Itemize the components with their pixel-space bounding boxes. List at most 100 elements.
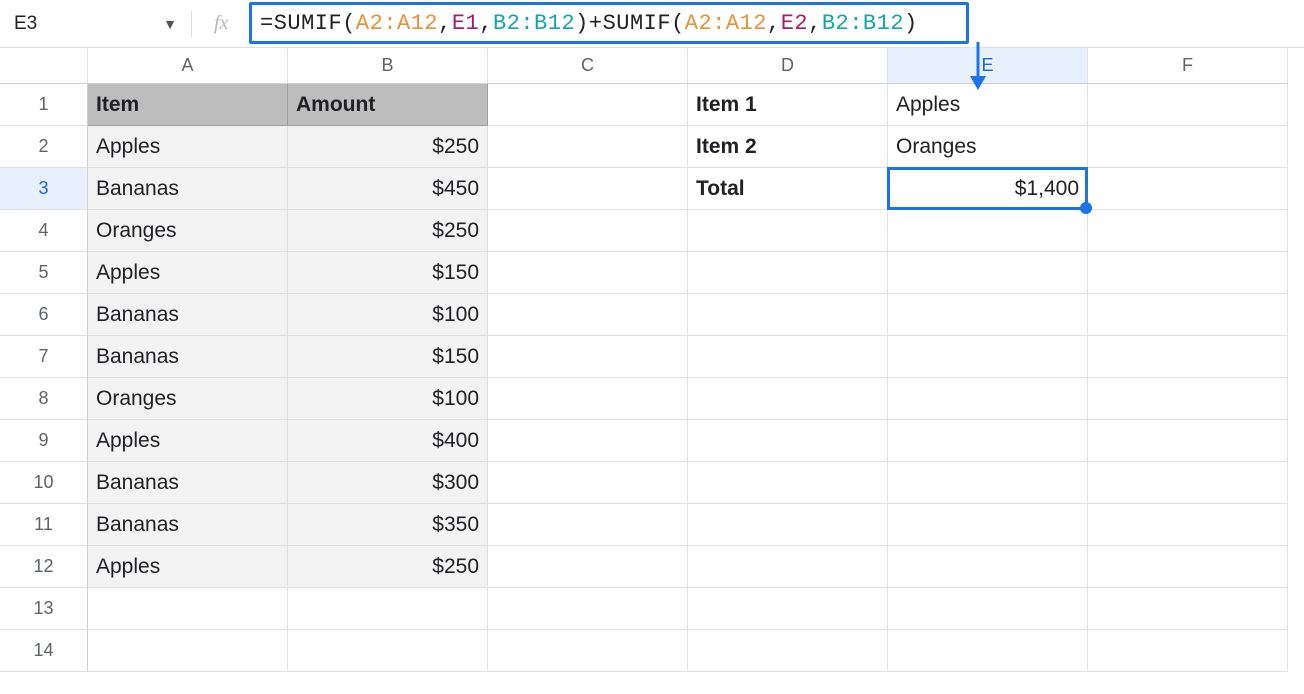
cell-D7[interactable]: [688, 336, 888, 378]
col-head-A[interactable]: A: [88, 48, 288, 84]
cell-A4[interactable]: Oranges: [88, 210, 288, 252]
cell-C14[interactable]: [488, 630, 688, 672]
row-head-4[interactable]: 4: [0, 210, 88, 252]
cell-D3[interactable]: Total: [688, 168, 888, 210]
col-head-B[interactable]: B: [288, 48, 488, 84]
cell-E8[interactable]: [888, 378, 1088, 420]
row-head-8[interactable]: 8: [0, 378, 88, 420]
cell-E7[interactable]: [888, 336, 1088, 378]
cell-D6[interactable]: [688, 294, 888, 336]
col-head-C[interactable]: C: [488, 48, 688, 84]
col-head-F[interactable]: F: [1088, 48, 1288, 84]
row-head-5[interactable]: 5: [0, 252, 88, 294]
cell-D4[interactable]: [688, 210, 888, 252]
cell-D5[interactable]: [688, 252, 888, 294]
cell-E6[interactable]: [888, 294, 1088, 336]
cell-F2[interactable]: [1088, 126, 1288, 168]
cell-F13[interactable]: [1088, 588, 1288, 630]
cell-C9[interactable]: [488, 420, 688, 462]
row-head-9[interactable]: 9: [0, 420, 88, 462]
formula-text[interactable]: =SUMIF(A2:A12,E1,B2:B12)+SUMIF(A2:A12,E2…: [252, 11, 918, 36]
formula-input[interactable]: =SUMIF(A2:A12,E1,B2:B12)+SUMIF(A2:A12,E2…: [252, 0, 1296, 47]
cell-D2[interactable]: Item 2: [688, 126, 888, 168]
cell-C10[interactable]: [488, 462, 688, 504]
cell-C1[interactable]: [488, 84, 688, 126]
cell-F11[interactable]: [1088, 504, 1288, 546]
cell-B10[interactable]: $300: [288, 462, 488, 504]
cell-A12[interactable]: Apples: [88, 546, 288, 588]
cell-F4[interactable]: [1088, 210, 1288, 252]
row-head-13[interactable]: 13: [0, 588, 88, 630]
cell-F8[interactable]: [1088, 378, 1288, 420]
row-head-3[interactable]: 3: [0, 168, 88, 210]
cell-E10[interactable]: [888, 462, 1088, 504]
cell-E1[interactable]: Apples: [888, 84, 1088, 126]
cell-C2[interactable]: [488, 126, 688, 168]
row-head-7[interactable]: 7: [0, 336, 88, 378]
cell-E2[interactable]: Oranges: [888, 126, 1088, 168]
row-head-2[interactable]: 2: [0, 126, 88, 168]
cell-A1[interactable]: Item: [88, 84, 288, 126]
cell-B2[interactable]: $250: [288, 126, 488, 168]
name-box[interactable]: E3: [14, 13, 157, 35]
row-head-12[interactable]: 12: [0, 546, 88, 588]
cell-D10[interactable]: [688, 462, 888, 504]
cell-F3[interactable]: [1088, 168, 1288, 210]
cell-B4[interactable]: $250: [288, 210, 488, 252]
cell-A7[interactable]: Bananas: [88, 336, 288, 378]
fx-icon[interactable]: fx: [200, 12, 244, 35]
select-all-corner[interactable]: [0, 48, 88, 84]
cell-E12[interactable]: [888, 546, 1088, 588]
cell-A8[interactable]: Oranges: [88, 378, 288, 420]
cell-B11[interactable]: $350: [288, 504, 488, 546]
cell-C13[interactable]: [488, 588, 688, 630]
cell-F9[interactable]: [1088, 420, 1288, 462]
cell-C4[interactable]: [488, 210, 688, 252]
cell-A3[interactable]: Bananas: [88, 168, 288, 210]
row-head-14[interactable]: 14: [0, 630, 88, 672]
cell-A5[interactable]: Apples: [88, 252, 288, 294]
row-head-10[interactable]: 10: [0, 462, 88, 504]
cell-C11[interactable]: [488, 504, 688, 546]
cell-D9[interactable]: [688, 420, 888, 462]
cell-B5[interactable]: $150: [288, 252, 488, 294]
col-head-E[interactable]: E: [888, 48, 1088, 84]
cell-C12[interactable]: [488, 546, 688, 588]
cell-A13[interactable]: [88, 588, 288, 630]
cell-D1[interactable]: Item 1: [688, 84, 888, 126]
cell-F1[interactable]: [1088, 84, 1288, 126]
cell-E11[interactable]: [888, 504, 1088, 546]
cell-C8[interactable]: [488, 378, 688, 420]
cell-A10[interactable]: Bananas: [88, 462, 288, 504]
cell-A11[interactable]: Bananas: [88, 504, 288, 546]
cell-A2[interactable]: Apples: [88, 126, 288, 168]
name-box-wrap[interactable]: E3 ▼: [8, 0, 183, 47]
cell-F6[interactable]: [1088, 294, 1288, 336]
cell-E5[interactable]: [888, 252, 1088, 294]
col-head-D[interactable]: D: [688, 48, 888, 84]
cell-F5[interactable]: [1088, 252, 1288, 294]
cell-B3[interactable]: $450: [288, 168, 488, 210]
cell-B12[interactable]: $250: [288, 546, 488, 588]
cell-A6[interactable]: Bananas: [88, 294, 288, 336]
cell-D14[interactable]: [688, 630, 888, 672]
cell-D12[interactable]: [688, 546, 888, 588]
cell-F7[interactable]: [1088, 336, 1288, 378]
cell-E3[interactable]: $1,400: [888, 168, 1088, 210]
spreadsheet-grid[interactable]: ABCDEF1ItemAmountItem 1Apples2Apples$250…: [0, 48, 1304, 672]
cell-B1[interactable]: Amount: [288, 84, 488, 126]
cell-E9[interactable]: [888, 420, 1088, 462]
cell-E14[interactable]: [888, 630, 1088, 672]
cell-B14[interactable]: [288, 630, 488, 672]
cell-F14[interactable]: [1088, 630, 1288, 672]
cell-C6[interactable]: [488, 294, 688, 336]
cell-D11[interactable]: [688, 504, 888, 546]
cell-C5[interactable]: [488, 252, 688, 294]
cell-F12[interactable]: [1088, 546, 1288, 588]
cell-B8[interactable]: $100: [288, 378, 488, 420]
cell-B13[interactable]: [288, 588, 488, 630]
cell-D13[interactable]: [688, 588, 888, 630]
row-head-11[interactable]: 11: [0, 504, 88, 546]
cell-A9[interactable]: Apples: [88, 420, 288, 462]
cell-B9[interactable]: $400: [288, 420, 488, 462]
